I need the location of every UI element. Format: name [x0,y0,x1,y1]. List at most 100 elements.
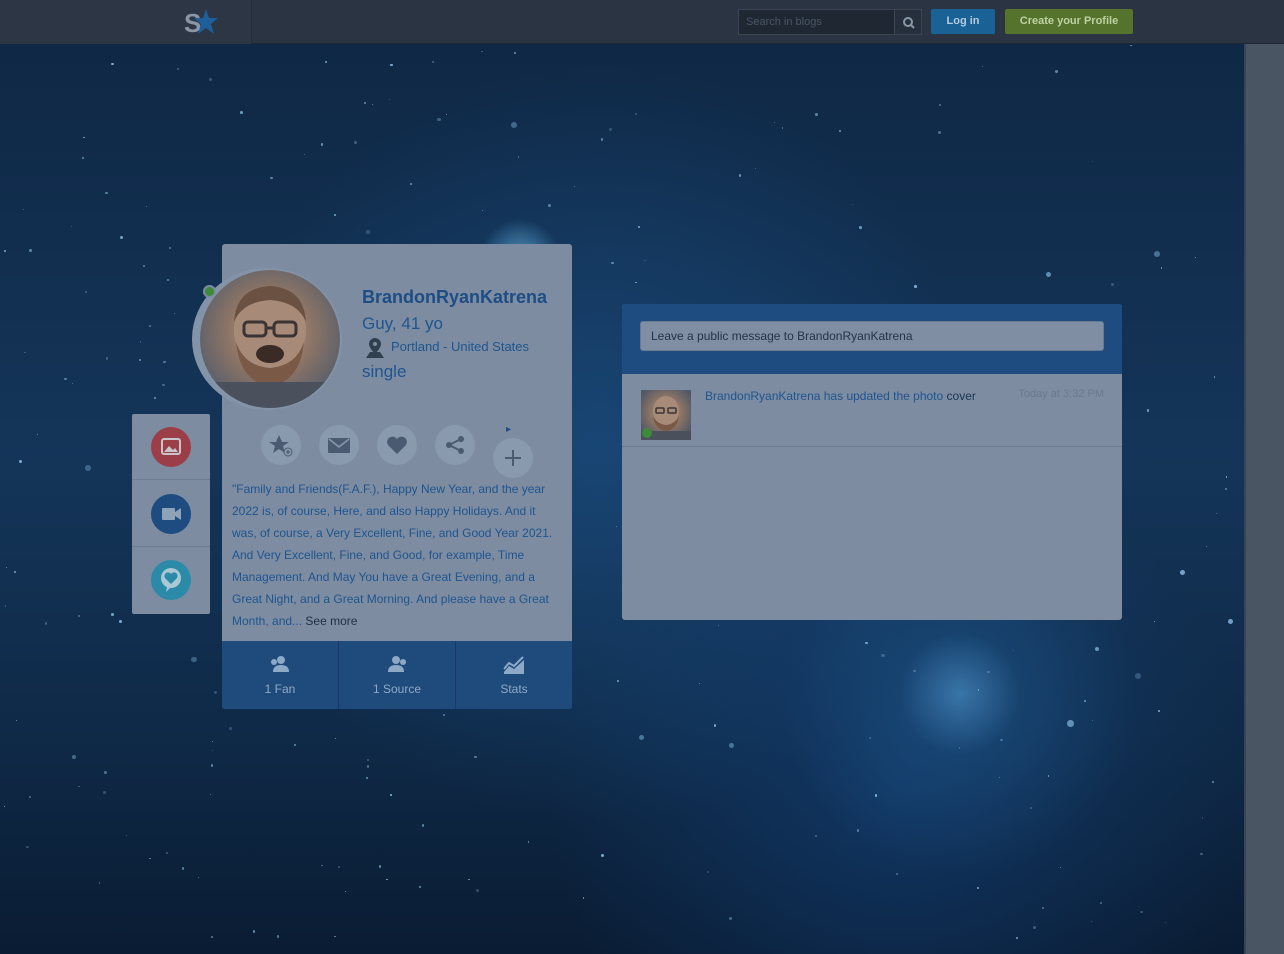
star-dot [24,351,26,354]
star-dot [1047,775,1050,777]
star-dot [1164,921,1166,923]
star-dot [1153,620,1156,623]
star-dot [1091,719,1094,722]
profile-name[interactable]: BrandonRyanKatrena [362,287,547,308]
star-dot [1030,807,1033,810]
stats-stat-label: Stats [500,682,528,696]
star-dot [1227,618,1233,624]
search-input[interactable]: Search in blogs [738,9,894,35]
star-dot [386,878,388,881]
star-dot [118,620,122,624]
scrollbar[interactable] [1244,44,1284,954]
star-dot [437,117,441,122]
star-dot [191,656,197,663]
login-button[interactable]: Log in [931,9,995,34]
star-dot [78,786,80,788]
star-dot [548,203,552,207]
star-dot [165,852,168,855]
site-star-logo[interactable]: S [184,6,218,38]
logo-area: S [0,0,252,44]
see-more-link[interactable]: See more [305,614,357,628]
star-dot [729,917,732,920]
star-dot [344,890,347,893]
star-dot [1140,910,1143,914]
star-dot [71,755,76,760]
star-dot [78,614,81,617]
profile-location[interactable]: Portland - United States [391,339,529,354]
star-dot [1213,376,1216,378]
bio-line: And Very Excellent, Fine, and Good, for … [232,548,525,562]
bio-line: 2022 is, of course, Here, and also Happy… [232,504,536,518]
search-button[interactable] [894,9,922,35]
stats-stat[interactable]: Stats [456,641,572,709]
star-dot [600,854,605,858]
star-dot [1206,546,1208,548]
star-dot [334,935,336,938]
star-dot [639,735,645,741]
star-dot [1000,738,1004,742]
star-dot [209,77,212,81]
star-dot [729,742,735,748]
star-dot [173,312,176,315]
star-dot [1225,488,1227,490]
source-icon [388,656,406,672]
star-dot [82,157,85,160]
star-dot [815,113,818,116]
wall-header: Leave a public message to BrandonRyanKat… [622,304,1122,374]
message-button[interactable] [319,425,359,465]
photos-tool[interactable] [132,414,210,480]
star-dot [324,61,327,64]
star-dot [4,604,7,607]
star-dot [277,935,280,938]
star-dot [321,143,324,146]
fans-stat[interactable]: 1 Fan [222,641,339,709]
more-actions-button[interactable] [493,438,533,478]
star-dot [1225,476,1228,479]
add-favorite-button[interactable] [261,425,301,465]
like-button[interactable] [377,425,417,465]
star-dot [15,719,18,721]
media-toolbar [132,414,210,614]
star-dot [335,737,337,740]
star-dot [36,434,38,436]
star-dot [176,67,179,71]
star-dot [895,872,899,876]
star-dot [162,384,165,387]
star-dot [431,60,435,64]
public-message-input[interactable]: Leave a public message to BrandonRyanKat… [640,321,1104,351]
star-dot [1092,160,1094,163]
star-dot [1161,267,1163,269]
star-dot [781,126,784,129]
star-dot [163,360,167,364]
online-status-dot [203,285,216,298]
feed-object-link[interactable]: cover [947,389,976,403]
star-dot [573,185,575,187]
create-profile-button[interactable]: Create your Profile [1005,9,1133,34]
star-dot [977,887,979,889]
star-dot [706,870,710,874]
videos-tool[interactable] [132,481,210,547]
envelope-icon [328,438,350,453]
profile-bio: "Family and Friends(F.A.F.), Happy New Y… [232,478,560,632]
star-dot [106,357,109,360]
star-dot [1130,44,1132,47]
star-dot [119,236,123,239]
star-dot [228,726,232,730]
share-button[interactable] [435,425,475,465]
feed-user-link[interactable]: BrandonRyanKatrena [705,389,820,403]
star-dot [321,864,323,867]
feed-action-text: has updated the photo [820,389,947,403]
feed-text: BrandonRyanKatrena has updated the photo… [705,389,976,403]
star-dot [240,111,244,114]
more-actions-arrow[interactable]: ▸ [506,424,511,435]
bio-line: Great Night, and a Great Morning. And pl… [232,592,549,606]
avatar[interactable] [200,270,340,408]
star-dot [388,98,391,101]
star-dot [64,377,67,381]
dating-tool[interactable] [132,547,210,613]
star-dot [210,764,214,767]
star-dot [869,737,871,739]
star-dot [28,796,31,799]
sources-stat[interactable]: 1 Source [339,641,456,709]
fan-icon [271,656,289,672]
